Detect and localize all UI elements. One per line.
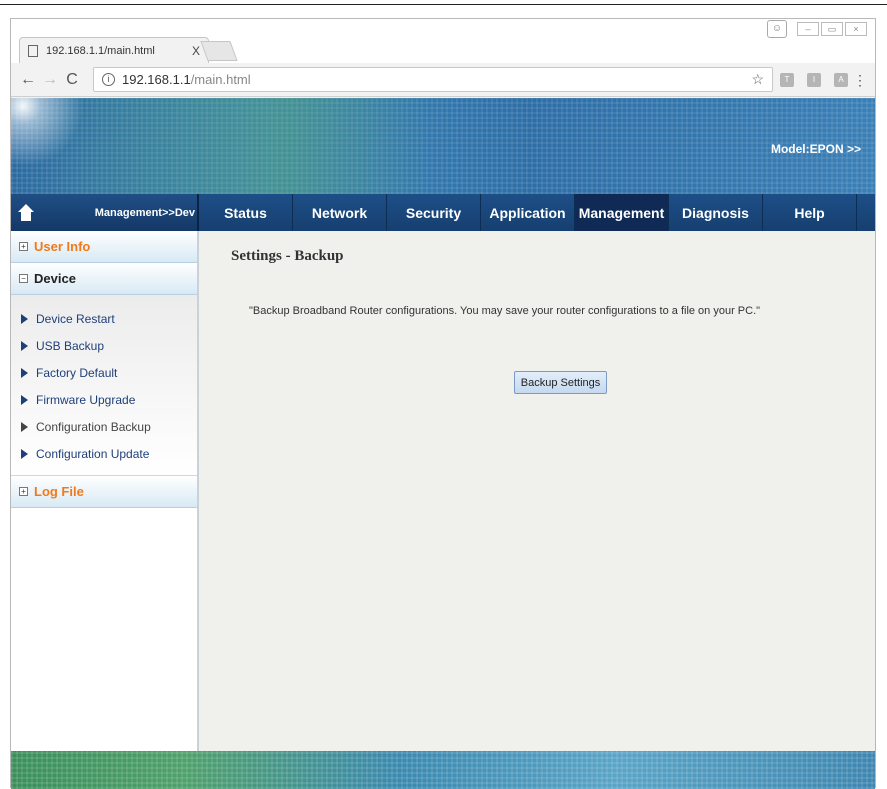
- arrow-right-icon: [21, 394, 28, 405]
- browser-tab[interactable]: 192.168.1.1/main.html X: [19, 37, 209, 64]
- arrow-right-icon: [21, 340, 28, 351]
- sidebar-item-label: Device Restart: [36, 311, 115, 326]
- sidebar-item-configuration-update[interactable]: Configuration Update: [21, 440, 197, 467]
- sidebar-item-firmware-upgrade[interactable]: Firmware Upgrade: [21, 386, 197, 413]
- extension-icon-i[interactable]: I: [807, 73, 821, 87]
- profile-icon[interactable]: ☺: [767, 20, 787, 38]
- tab-close-icon[interactable]: X: [192, 44, 200, 58]
- browser-menu-icon[interactable]: ⋮: [853, 72, 867, 89]
- sidebar-section-label: Device: [34, 271, 76, 286]
- page-description: "Backup Broadband Router configurations.…: [249, 305, 761, 317]
- arrow-right-icon: [21, 448, 28, 459]
- page-title: Settings - Backup: [231, 248, 344, 264]
- new-tab-button[interactable]: [200, 41, 238, 61]
- url-path: /main.html: [190, 72, 251, 87]
- menu-security[interactable]: Security: [387, 194, 481, 231]
- sidebar-section-user-info[interactable]: + User Info: [11, 231, 197, 263]
- main-content: Settings - Backup "Backup Broadband Rout…: [201, 231, 877, 751]
- device-submenu: Device Restart USB Backup Factory Defaul…: [11, 295, 197, 476]
- tab-strip: 192.168.1.1/main.html X ☺ – ▭ ×: [11, 19, 875, 64]
- sidebar-item-label: Configuration Backup: [36, 419, 151, 434]
- menu-help[interactable]: Help: [763, 194, 857, 231]
- breadcrumb-text: Management>>Dev: [94, 206, 195, 219]
- collapse-icon[interactable]: −: [19, 274, 28, 283]
- menu-status[interactable]: Status: [199, 194, 293, 231]
- sidebar-item-label: Configuration Update: [36, 446, 150, 461]
- sidebar-section-device[interactable]: − Device: [11, 263, 197, 295]
- router-page: Model:EPON >> Management>>Dev Status Net…: [11, 98, 875, 789]
- page-icon: [28, 45, 38, 57]
- sidebar-item-configuration-backup[interactable]: Configuration Backup: [21, 413, 197, 440]
- sidebar-item-factory-default[interactable]: Factory Default: [21, 359, 197, 386]
- sidebar-item-device-restart[interactable]: Device Restart: [21, 305, 197, 332]
- bookmark-star-icon[interactable]: ☆: [751, 71, 764, 88]
- arrow-right-icon: [21, 367, 28, 378]
- info-icon[interactable]: i: [102, 73, 115, 86]
- extension-icon-t[interactable]: T: [780, 73, 794, 87]
- home-icon[interactable]: [17, 203, 35, 222]
- back-icon[interactable]: ←: [17, 71, 39, 89]
- arrow-right-icon: [21, 421, 28, 432]
- nav-row: Management>>Dev Status Network Security …: [11, 194, 875, 231]
- sidebar-item-usb-backup[interactable]: USB Backup: [21, 332, 197, 359]
- menu-diagnosis[interactable]: Diagnosis: [669, 194, 763, 231]
- main-menu: Status Network Security Application Mana…: [199, 194, 875, 231]
- backup-settings-button[interactable]: Backup Settings: [514, 371, 607, 394]
- sidebar-item-label: USB Backup: [36, 338, 105, 353]
- minimize-button[interactable]: –: [797, 22, 819, 36]
- maximize-button[interactable]: ▭: [821, 22, 843, 36]
- sidebar-section-label: Log File: [34, 484, 84, 499]
- footer-banner: [11, 751, 875, 789]
- reload-icon[interactable]: C: [61, 71, 83, 89]
- forward-icon[interactable]: →: [39, 71, 61, 89]
- browser-window: 192.168.1.1/main.html X ☺ – ▭ × ← → C i …: [10, 18, 876, 789]
- expand-icon[interactable]: +: [19, 242, 28, 251]
- url-host: 192.168.1.1: [122, 72, 191, 87]
- menu-network[interactable]: Network: [293, 194, 387, 231]
- expand-icon[interactable]: +: [19, 487, 28, 496]
- extension-icon-pdf[interactable]: A: [834, 73, 848, 87]
- menu-management[interactable]: Management: [575, 194, 669, 231]
- sidebar-section-label: User Info: [34, 239, 91, 254]
- close-window-button[interactable]: ×: [845, 22, 867, 36]
- breadcrumb: Management>>Dev: [11, 194, 199, 231]
- address-bar: ← → C i 192.168.1.1/main.html ☆ T I A ⋮: [11, 63, 875, 97]
- tab-title: 192.168.1.1/main.html: [46, 45, 155, 57]
- arrow-right-icon: [21, 313, 28, 324]
- header-banner: Model:EPON >>: [11, 98, 875, 194]
- window-controls: ☺ – ▭ ×: [767, 19, 867, 39]
- model-label: Model:EPON >>: [770, 142, 861, 156]
- page-top-rule: [0, 4, 887, 5]
- sidebar-item-label: Factory Default: [36, 365, 118, 380]
- menu-application[interactable]: Application: [481, 194, 575, 231]
- sidebar: + User Info − Device Device Restart USB …: [11, 231, 199, 751]
- sidebar-item-label: Firmware Upgrade: [36, 392, 136, 407]
- sidebar-section-log-file[interactable]: + Log File: [11, 476, 197, 508]
- url-field[interactable]: i 192.168.1.1/main.html ☆: [93, 67, 773, 92]
